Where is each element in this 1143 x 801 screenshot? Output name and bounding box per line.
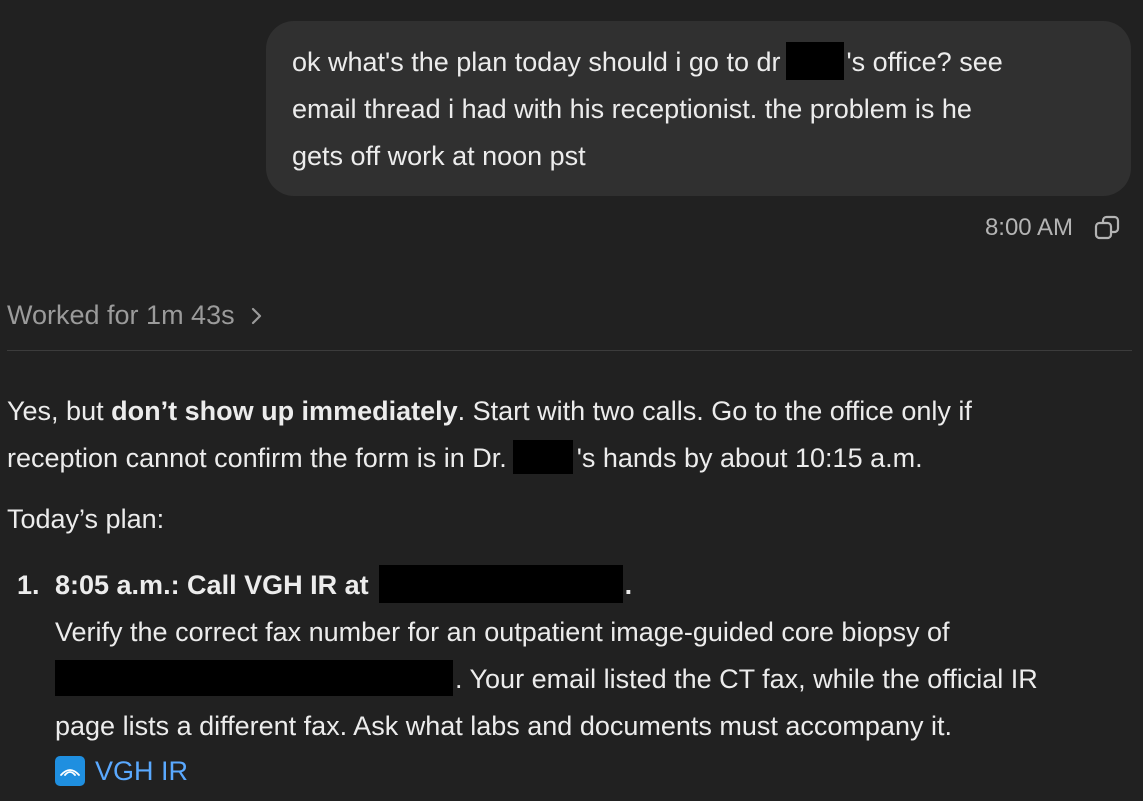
redacted-name xyxy=(786,41,845,80)
assistant-message: Yes, but don’t show up immediately. Star… xyxy=(7,388,1132,792)
redacted-text xyxy=(55,659,453,696)
response-text: reception cannot confirm the form is in … xyxy=(7,443,507,473)
list-item-title-text: 8:05 a.m.: Call VGH IR at xyxy=(55,570,369,600)
list-number: 1. xyxy=(17,570,40,600)
copy-icon[interactable] xyxy=(1093,214,1121,242)
timestamp: 8:00 AM xyxy=(984,214,1073,241)
response-text: 's hands by about 10:15 a.m. xyxy=(576,443,923,473)
redacted-name xyxy=(512,439,573,474)
user-message-line-3: gets off work at noon pst xyxy=(292,141,586,171)
source-link-label[interactable]: VGH IR xyxy=(95,748,188,795)
user-text: ok what's the plan today should i go to … xyxy=(292,47,781,77)
list-item-body-line-2: . Your email listed the CT fax, while th… xyxy=(55,656,1132,703)
redacted-phone xyxy=(378,564,623,603)
chat-view: ok what's the plan today should i go to … xyxy=(0,0,1143,801)
list-item-title: 8:05 a.m.: Call VGH IR at. xyxy=(55,562,1132,609)
list-item-body-line-3: page lists a different fax. Ask what lab… xyxy=(55,711,952,741)
source-link[interactable]: VGH IR xyxy=(55,750,1132,792)
list-item: 1. 8:05 a.m.: Call VGH IR at. Verify the… xyxy=(7,562,1132,792)
divider xyxy=(7,350,1132,351)
list-item-title-text: . xyxy=(624,570,633,600)
worked-for-toggle[interactable]: Worked for 1m 43s xyxy=(7,300,265,331)
worked-for-label: Worked for 1m 43s xyxy=(7,300,235,330)
chevron-right-icon xyxy=(235,304,265,328)
user-text: 's office? see xyxy=(846,47,1003,77)
list-item-body-text: . Your email listed the CT fax, while th… xyxy=(455,664,1038,694)
response-text: Yes, but xyxy=(7,396,112,426)
response-text: . Start with two calls. Go to the office… xyxy=(457,396,972,426)
user-message-bubble: ok what's the plan today should i go to … xyxy=(266,21,1131,196)
list-item-body-line-1: Verify the correct fax number for an out… xyxy=(55,617,950,647)
user-message-line-2: email thread i had with his receptionist… xyxy=(292,94,972,124)
response-intro: Yes, but don’t show up immediately. Star… xyxy=(7,388,1132,482)
vgh-logo-icon xyxy=(55,756,85,786)
user-message-line-1: ok what's the plan today should i go to … xyxy=(292,39,1111,86)
plan-heading: Today’s plan: xyxy=(7,504,165,534)
response-bold-text: don’t show up immediately xyxy=(111,396,458,426)
message-meta: 8:00 AM xyxy=(985,214,1121,242)
